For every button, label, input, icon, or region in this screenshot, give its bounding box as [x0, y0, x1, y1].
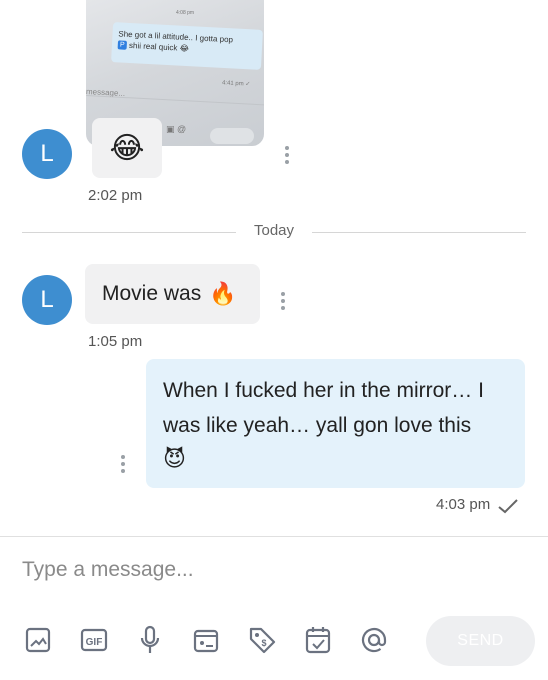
message-time: 2:02 pm [88, 187, 143, 204]
composer-divider [0, 536, 548, 537]
image-quoted-emoji: 😂 [179, 43, 190, 54]
svg-text:$: $ [261, 638, 266, 648]
divider-line-right [312, 232, 526, 233]
incoming-message-bubble[interactable]: Movie was 🔥 [85, 264, 260, 324]
image-icon[interactable] [22, 624, 54, 656]
image-divider [86, 95, 264, 106]
message-time: 1:05 pm [88, 333, 143, 350]
image-p-emoji: P [117, 40, 128, 51]
avatar[interactable]: L [22, 275, 72, 325]
avatar[interactable]: L [22, 129, 72, 179]
svg-text:GIF: GIF [86, 637, 103, 648]
fire-emoji: 🔥 [209, 281, 237, 306]
gallery-icon[interactable] [190, 624, 222, 656]
gif-icon[interactable]: GIF [78, 624, 110, 656]
message-text: When I fucked her in the mirror… I was l… [163, 379, 484, 437]
image-icons: ▣ @ [166, 124, 187, 134]
emoji-message-bubble[interactable]: 😂 [92, 118, 162, 178]
date-divider-label: Today [253, 222, 295, 239]
calendar-icon[interactable] [302, 624, 334, 656]
image-send-button [210, 128, 254, 144]
tag-icon[interactable]: $ [246, 624, 278, 656]
smiling-devil-emoji: 😈 [163, 446, 186, 471]
image-quoted-line2: shii real quick [128, 40, 178, 53]
laughing-emoji: 😂 [109, 131, 145, 165]
outgoing-message-bubble[interactable]: When I fucked her in the mirror… I was l… [146, 359, 525, 488]
more-options-icon[interactable] [281, 292, 285, 313]
more-options-icon[interactable] [121, 455, 125, 476]
message-time: 4:03 pm [436, 496, 491, 513]
message-text: Movie was [102, 282, 202, 305]
divider-line-left [22, 232, 236, 233]
message-input[interactable] [22, 556, 502, 584]
image-time: 4:08 pm [176, 10, 195, 16]
send-button[interactable]: SEND [426, 616, 535, 666]
image-stamp: 4:41 pm ✓ [221, 80, 251, 88]
sent-checkmark-icon [498, 499, 518, 514]
more-options-icon[interactable] [285, 146, 289, 167]
at-icon[interactable] [358, 624, 390, 656]
microphone-icon[interactable] [134, 624, 166, 656]
